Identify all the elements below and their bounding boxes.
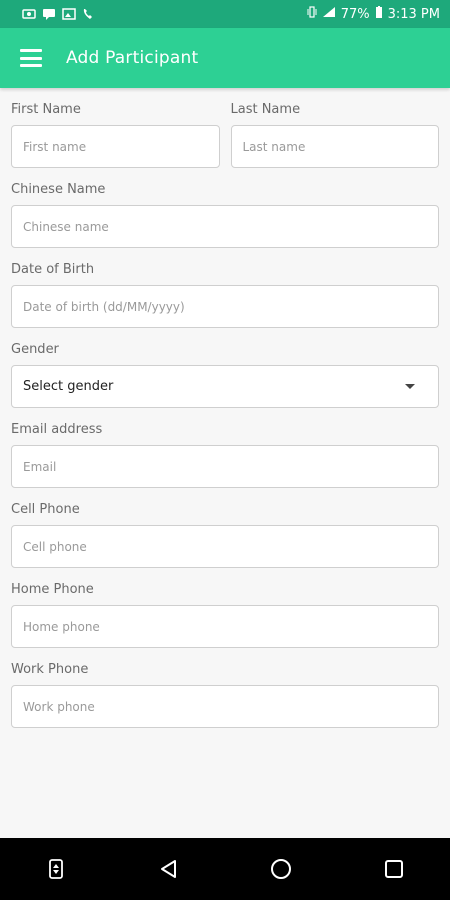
last-name-group: Last Name bbox=[230, 88, 439, 168]
clock: 3:13 PM bbox=[387, 6, 440, 22]
work-phone-input[interactable] bbox=[11, 685, 439, 728]
first-name-group: First Name bbox=[11, 88, 220, 168]
sim-toolkit-icon[interactable] bbox=[36, 849, 76, 889]
app-bar: Add Participant bbox=[0, 28, 450, 88]
home-icon[interactable] bbox=[261, 849, 301, 889]
hamburger-menu-icon[interactable] bbox=[20, 49, 42, 67]
gender-select-value: Select gender bbox=[23, 379, 114, 394]
chinese-name-label: Chinese Name bbox=[11, 182, 106, 197]
page-title: Add Participant bbox=[66, 48, 199, 68]
first-name-label: First Name bbox=[11, 102, 81, 117]
name-row: First Name Last Name bbox=[11, 88, 439, 168]
back-icon[interactable] bbox=[149, 849, 189, 889]
signal-icon bbox=[322, 6, 336, 22]
call-notification-icon bbox=[82, 8, 96, 20]
battery-percent: 77% bbox=[340, 6, 370, 22]
status-bar: 77% 3:13 PM bbox=[0, 0, 450, 28]
dropdown-arrow-icon bbox=[405, 384, 415, 389]
recents-icon[interactable] bbox=[374, 849, 414, 889]
notification-icons bbox=[22, 8, 96, 20]
date-of-birth-input[interactable] bbox=[11, 285, 439, 328]
cell-phone-label: Cell Phone bbox=[11, 502, 80, 517]
email-label: Email address bbox=[11, 422, 103, 437]
last-name-input[interactable] bbox=[230, 125, 439, 168]
work-phone-label: Work Phone bbox=[11, 662, 89, 677]
vibrate-icon bbox=[307, 6, 317, 22]
participant-form: First Name Last Name Chinese Name Date o… bbox=[0, 88, 450, 838]
message-notification-icon bbox=[42, 8, 56, 20]
home-phone-input[interactable] bbox=[11, 605, 439, 648]
first-name-input[interactable] bbox=[11, 125, 220, 168]
image-notification-icon bbox=[62, 8, 76, 20]
system-status: 77% 3:13 PM bbox=[307, 6, 440, 22]
battery-icon bbox=[375, 6, 383, 22]
media-notification-icon bbox=[22, 8, 36, 20]
date-of-birth-label: Date of Birth bbox=[11, 262, 95, 277]
last-name-label: Last Name bbox=[230, 102, 301, 117]
gender-select[interactable]: Select gender bbox=[11, 365, 439, 408]
system-nav-bar bbox=[0, 838, 450, 900]
email-input[interactable] bbox=[11, 445, 439, 488]
gender-label: Gender bbox=[11, 342, 59, 357]
home-phone-label: Home Phone bbox=[11, 582, 94, 597]
chinese-name-input[interactable] bbox=[11, 205, 439, 248]
cell-phone-input[interactable] bbox=[11, 525, 439, 568]
